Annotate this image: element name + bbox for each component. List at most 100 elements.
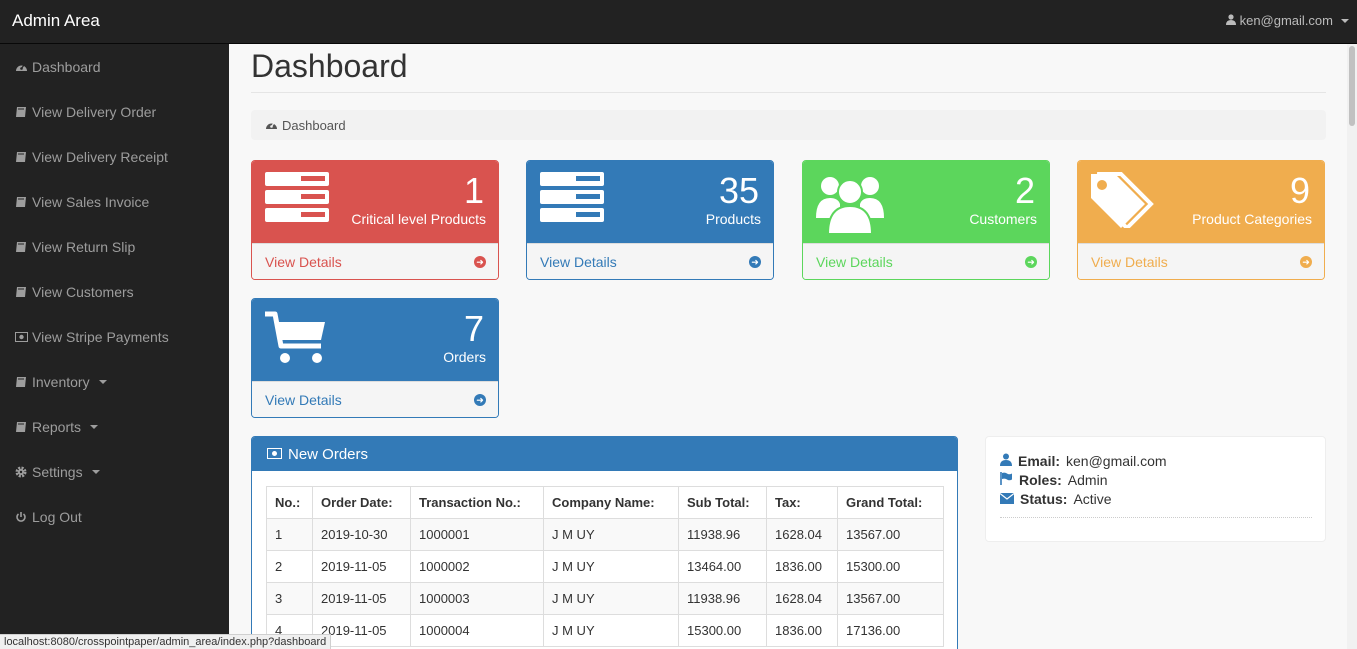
- sidebar-item-view-sales-invoice[interactable]: View Sales Invoice: [0, 179, 229, 224]
- book-icon: [14, 375, 28, 389]
- table-cell: 3: [266, 582, 313, 615]
- sidebar-item-settings[interactable]: Settings: [0, 449, 229, 494]
- user-menu[interactable]: ken@gmail.com: [1225, 13, 1349, 28]
- brand-title[interactable]: Admin Area: [12, 11, 100, 31]
- dashboard-icon: [265, 118, 278, 133]
- email-value: ken@gmail.com: [1066, 453, 1167, 469]
- sidebar-item-label: View Delivery Order: [32, 103, 157, 120]
- table-cell: 1000002: [410, 550, 544, 583]
- sidebar-item-label: View Delivery Receipt: [32, 148, 168, 165]
- arrow-circle-right-icon: ➜: [474, 256, 486, 268]
- sidebar: Dashboard View Delivery Order View Deliv…: [0, 44, 229, 649]
- table-cell: 1: [266, 518, 313, 551]
- roles-label: Roles:: [1019, 472, 1062, 488]
- table-row: 4 2019-11-05 1000004 J M UY 15300.00 183…: [266, 614, 944, 647]
- divider: [1000, 517, 1312, 518]
- sidebar-item-view-return-slip[interactable]: View Return Slip: [0, 224, 229, 269]
- arrow-circle-right-icon: ➜: [474, 394, 486, 406]
- table-cell: 13567.00: [837, 582, 944, 615]
- gear-icon: [14, 465, 28, 479]
- table-cell: 11938.96: [678, 518, 767, 551]
- tags-icon: [1091, 172, 1161, 231]
- table-cell: J M UY: [543, 518, 679, 551]
- book-icon: [14, 285, 28, 299]
- panel-heading: New Orders: [252, 437, 957, 471]
- sidebar-item-log-out[interactable]: Log Out: [0, 494, 229, 539]
- column-header: Tax:: [766, 486, 838, 519]
- breadcrumb: Dashboard: [251, 110, 1326, 140]
- table-cell: 1836.00: [766, 614, 838, 647]
- page-title: Dashboard: [251, 48, 408, 84]
- sidebar-item-view-delivery-receipt[interactable]: View Delivery Receipt: [0, 134, 229, 179]
- column-header: Company Name:: [543, 486, 679, 519]
- scrollbar-thumb[interactable]: [1349, 46, 1355, 126]
- table-cell: 2: [266, 550, 313, 583]
- sidebar-item-reports[interactable]: Reports: [0, 404, 229, 449]
- money-icon: [267, 446, 282, 463]
- view-details-label: View Details: [1091, 254, 1168, 270]
- chevron-down-icon: [98, 379, 107, 384]
- table-cell: 15300.00: [678, 614, 767, 647]
- sidebar-item-label: View Sales Invoice: [32, 193, 150, 210]
- panel-heading: 7 Orders: [252, 299, 498, 381]
- book-icon: [14, 420, 28, 434]
- stat-label: Customers: [969, 211, 1037, 227]
- view-details-link[interactable]: View Details ➜: [252, 243, 498, 279]
- view-details-link[interactable]: View Details ➜: [252, 381, 498, 417]
- sidebar-item-dashboard[interactable]: Dashboard: [0, 44, 229, 89]
- sidebar-item-view-stripe-payments[interactable]: View Stripe Payments: [0, 314, 229, 359]
- stat-value: 35: [718, 170, 759, 211]
- main-content: Dashboard Dashboard 1 Critical level Pro…: [229, 44, 1347, 649]
- server-icon: [265, 172, 329, 225]
- profile-card: Email: ken@gmail.com Roles: Admin Status…: [985, 436, 1326, 542]
- sidebar-item-label: View Customers: [32, 283, 134, 300]
- sidebar-item-label: Reports: [32, 418, 82, 435]
- view-details-link[interactable]: View Details ➜: [527, 243, 773, 279]
- table-cell: 11938.96: [678, 582, 767, 615]
- sidebar-item-view-delivery-order[interactable]: View Delivery Order: [0, 89, 229, 134]
- roles-value: Admin: [1067, 472, 1108, 488]
- table-row: 2 2019-11-05 1000002 J M UY 13464.00 183…: [266, 550, 944, 583]
- stat-value: 2: [1014, 170, 1035, 211]
- view-details-link[interactable]: View Details ➜: [1078, 243, 1324, 279]
- profile-roles-row: Roles: Admin: [1000, 472, 1107, 488]
- view-details-link[interactable]: View Details ➜: [803, 243, 1049, 279]
- arrow-circle-right-icon: ➜: [749, 256, 761, 268]
- stat-panel-customers: 2 Customers View Details ➜: [802, 160, 1050, 280]
- profile-status-row: Status: Active: [999, 491, 1112, 507]
- table-cell: 2019-11-05: [312, 550, 411, 583]
- vertical-scrollbar[interactable]: [1347, 44, 1357, 649]
- arrow-circle-right-icon: ➜: [1025, 256, 1037, 268]
- dashboard-icon: [14, 60, 28, 74]
- table-cell: 15300.00: [837, 550, 944, 583]
- panel-heading: 2 Customers: [803, 161, 1049, 243]
- sidebar-item-inventory[interactable]: Inventory: [0, 359, 229, 404]
- new-orders-panel: New Orders No.: Order Date: Transaction …: [251, 436, 958, 649]
- stat-value: 1: [463, 170, 484, 211]
- panel-heading: 1 Critical level Products: [252, 161, 498, 243]
- table-cell: J M UY: [543, 614, 679, 647]
- top-navbar: Admin Area ken@gmail.com: [0, 0, 1357, 44]
- power-icon: [14, 510, 28, 524]
- stat-panel-products: 35 Products View Details ➜: [526, 160, 774, 280]
- stat-label: Products: [705, 211, 761, 227]
- sidebar-item-label: View Stripe Payments: [32, 328, 169, 345]
- orders-table: No.: Order Date: Transaction No.: Compan…: [266, 486, 944, 647]
- table-cell: 1000004: [410, 614, 544, 647]
- stat-label: Orders: [443, 349, 486, 365]
- table-cell: 1836.00: [766, 550, 838, 583]
- table-cell: 1000001: [410, 518, 544, 551]
- sidebar-item-view-customers[interactable]: View Customers: [0, 269, 229, 314]
- stat-label: Critical level Products: [351, 211, 486, 227]
- chevron-down-icon: [90, 424, 99, 429]
- book-icon: [14, 105, 28, 119]
- panel-title: New Orders: [288, 445, 369, 463]
- user-icon: [1000, 453, 1012, 469]
- chevron-down-icon: [91, 469, 100, 474]
- browser-status-bar: localhost:8080/crosspointpaper/admin_are…: [0, 634, 332, 649]
- sidebar-item-label: Dashboard: [32, 58, 101, 75]
- sidebar-item-label: Log Out: [32, 508, 82, 525]
- column-header: Sub Total:: [678, 486, 767, 519]
- stat-value: 7: [463, 308, 484, 349]
- view-details-label: View Details: [265, 392, 342, 408]
